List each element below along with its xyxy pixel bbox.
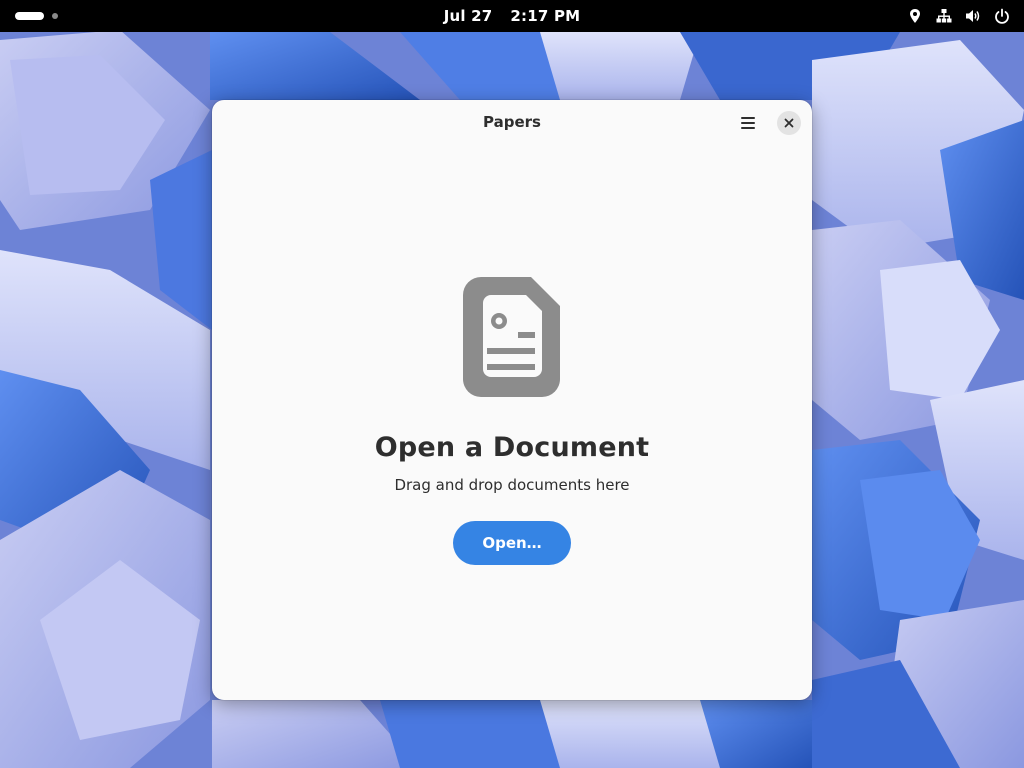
close-icon — [784, 118, 794, 128]
power-icon — [994, 8, 1010, 24]
network-wired-icon — [936, 8, 952, 24]
window-title: Papers — [483, 113, 541, 131]
open-button[interactable]: Open… — [453, 521, 571, 565]
top-bar: Jul 27 2:17 PM — [0, 0, 1024, 32]
volume-icon — [965, 8, 981, 24]
empty-status-page: Open a Document Drag and drop documents … — [212, 276, 812, 565]
location-icon — [907, 8, 923, 24]
desktop: Jul 27 2:17 PM Papers Open a Document Dr… — [0, 0, 1024, 768]
close-button[interactable] — [777, 111, 801, 135]
clock-time: 2:17 PM — [510, 7, 581, 25]
papers-window: Papers Open a Document Drag and drop doc… — [212, 100, 812, 700]
status-title: Open a Document — [374, 432, 650, 463]
clock-date: Jul 27 — [443, 7, 493, 25]
clock-button[interactable]: Jul 27 2:17 PM — [0, 0, 1024, 32]
system-status-menu[interactable] — [907, 0, 1010, 32]
main-menu-button[interactable] — [733, 111, 763, 135]
header-bar: Papers — [212, 100, 812, 146]
document-icon — [463, 277, 560, 397]
status-description: Drag and drop documents here — [394, 476, 630, 494]
hamburger-menu-icon — [741, 117, 755, 129]
